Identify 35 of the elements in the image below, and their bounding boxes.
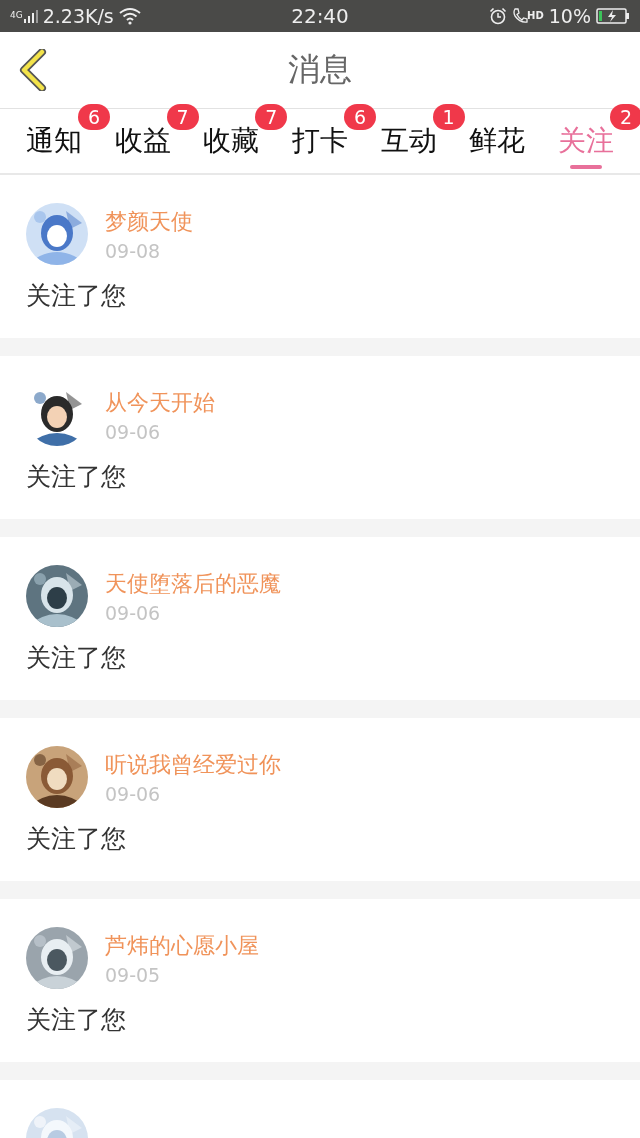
back-icon[interactable]: [18, 49, 48, 91]
count-badge: 2: [609, 104, 640, 130]
message-text: 关注了您: [26, 280, 127, 312]
signal-icon: [23, 9, 38, 23]
tab-underline: [569, 165, 602, 169]
tab[interactable]: 鲜花: [469, 109, 526, 165]
message-card[interactable]: 芦炜的心愿小屋 09-05 关注了您: [0, 899, 640, 1062]
message-card[interactable]: 梦颜天使 09-08 关注了您: [0, 175, 640, 338]
message-card[interactable]: 从今天开始 09-06 关注了您: [0, 356, 640, 519]
alarm-icon: [489, 7, 508, 25]
count-badge: 6: [78, 104, 110, 130]
message-text: 关注了您: [26, 823, 127, 855]
clock-time: 22:40: [291, 4, 349, 28]
count-badge: 7: [166, 104, 199, 130]
count-badge: 1: [432, 104, 465, 130]
hd-label: HD: [527, 10, 544, 21]
message-text: 关注了您: [26, 642, 127, 674]
phone-icon: [512, 7, 529, 25]
message-text: 关注了您: [26, 1004, 127, 1036]
message-date: 09-05: [105, 963, 162, 987]
count-badge: 7: [255, 104, 288, 130]
page-title: 消息: [288, 49, 352, 90]
count-badge: 6: [343, 104, 376, 130]
network-type: 4G: [10, 10, 23, 20]
message-card[interactable]: 天使堕落后的恶魔 09-06 关注了您: [0, 537, 640, 700]
battery-percent: 10%: [548, 5, 591, 27]
message-text: 关注了您: [26, 461, 127, 493]
message-date: 09-06: [105, 782, 162, 806]
battery-charging-icon: [596, 7, 630, 25]
message-date: 09-08: [105, 239, 162, 263]
network-speed: 2.23K/s: [42, 5, 114, 27]
wifi-icon: [118, 7, 141, 25]
message-card[interactable]: 听说我曾经爱过你 09-06 关注了您: [0, 718, 640, 881]
message-date: 09-06: [105, 601, 162, 625]
message-date: 09-06: [105, 420, 162, 444]
